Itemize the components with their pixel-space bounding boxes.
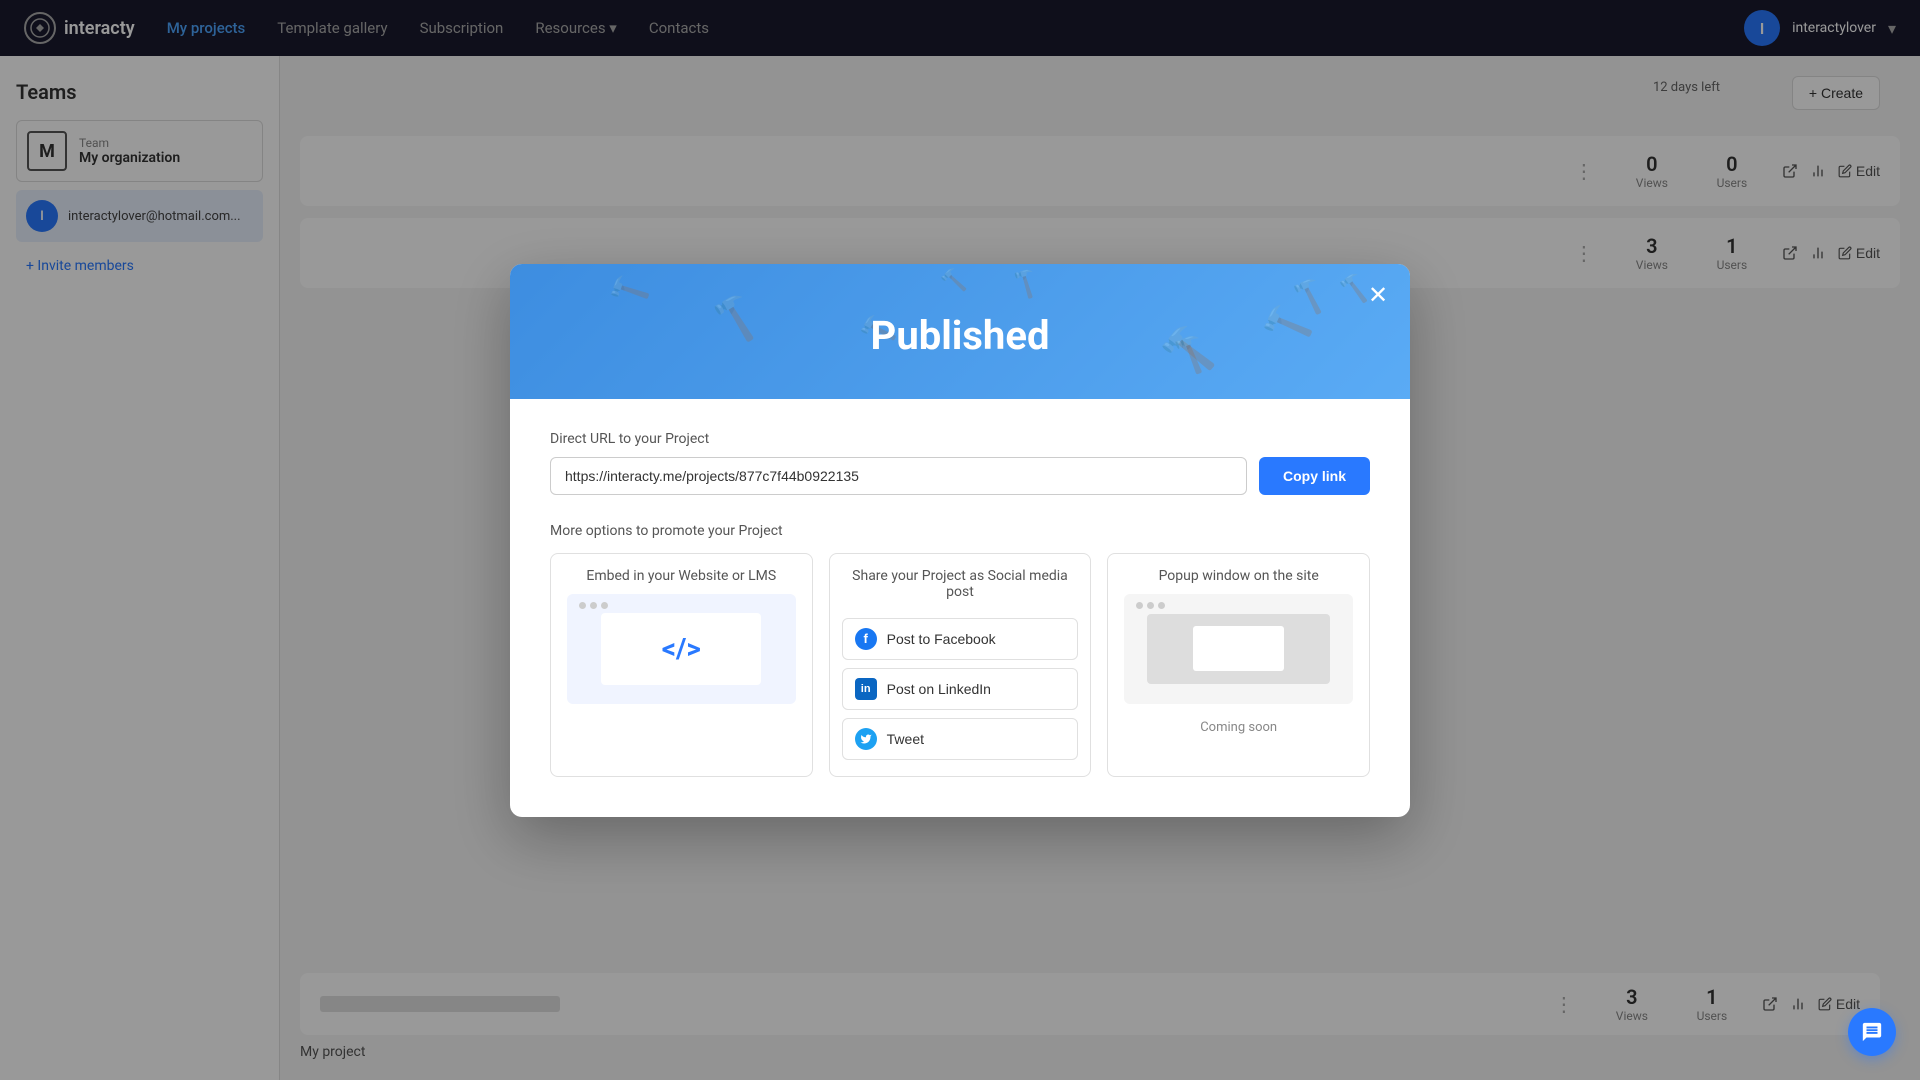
facebook-icon: f bbox=[855, 628, 877, 650]
social-buttons: f Post to Facebook in Post on LinkedIn T… bbox=[830, 610, 1091, 776]
coming-soon-text: Coming soon bbox=[1108, 720, 1369, 751]
dot-2 bbox=[590, 602, 597, 609]
promote-cards: Embed in your Website or LMS </> bbox=[550, 553, 1370, 777]
project-url-input[interactable] bbox=[550, 457, 1247, 495]
dot-1 bbox=[1136, 602, 1143, 609]
dot-3 bbox=[1158, 602, 1165, 609]
linkedin-icon: in bbox=[855, 678, 877, 700]
popup-window-mock bbox=[1147, 614, 1330, 684]
published-modal: 🔨 🔨 🔨 🔨 🔨 🔨 🔨 🔨 🔨 🔨 Published ✕ Direct U… bbox=[510, 264, 1410, 817]
modal-close-button[interactable]: ✕ bbox=[1362, 280, 1394, 312]
tweet-label: Tweet bbox=[887, 731, 924, 747]
code-icon: </> bbox=[662, 632, 701, 665]
embed-inner-preview: </> bbox=[601, 613, 761, 685]
dot-3 bbox=[601, 602, 608, 609]
tweet-button[interactable]: Tweet bbox=[842, 718, 1079, 760]
popup-inner-window bbox=[1193, 626, 1284, 671]
embed-dots bbox=[579, 602, 608, 609]
post-to-facebook-button[interactable]: f Post to Facebook bbox=[842, 618, 1079, 660]
popup-dots bbox=[1136, 602, 1165, 609]
post-on-linkedin-button[interactable]: in Post on LinkedIn bbox=[842, 668, 1079, 710]
embed-preview: </> bbox=[567, 594, 796, 704]
url-section-label: Direct URL to your Project bbox=[550, 431, 1370, 447]
social-card: Share your Project as Social media post … bbox=[829, 553, 1092, 777]
url-row: Copy link bbox=[550, 457, 1370, 495]
popup-card: Popup window on the site Coming soon bbox=[1107, 553, 1370, 777]
social-card-title: Share your Project as Social media post bbox=[830, 554, 1091, 610]
dot-2 bbox=[1147, 602, 1154, 609]
embed-card: Embed in your Website or LMS </> bbox=[550, 553, 813, 777]
modal-overlay[interactable]: 🔨 🔨 🔨 🔨 🔨 🔨 🔨 🔨 🔨 🔨 Published ✕ Direct U… bbox=[0, 0, 1920, 1080]
linkedin-label: Post on LinkedIn bbox=[887, 681, 991, 697]
facebook-label: Post to Facebook bbox=[887, 631, 996, 647]
popup-preview bbox=[1124, 594, 1353, 704]
messenger-fab-button[interactable] bbox=[1848, 1008, 1896, 1056]
embed-card-title: Embed in your Website or LMS bbox=[551, 554, 812, 594]
modal-title: Published bbox=[510, 312, 1410, 359]
modal-header: 🔨 🔨 🔨 🔨 🔨 🔨 🔨 🔨 🔨 🔨 Published ✕ bbox=[510, 264, 1410, 399]
copy-link-button[interactable]: Copy link bbox=[1259, 457, 1370, 495]
popup-card-title: Popup window on the site bbox=[1108, 554, 1369, 594]
modal-body: Direct URL to your Project Copy link Mor… bbox=[510, 399, 1410, 817]
twitter-icon bbox=[855, 728, 877, 750]
dot-1 bbox=[579, 602, 586, 609]
promote-label: More options to promote your Project bbox=[550, 523, 1370, 539]
